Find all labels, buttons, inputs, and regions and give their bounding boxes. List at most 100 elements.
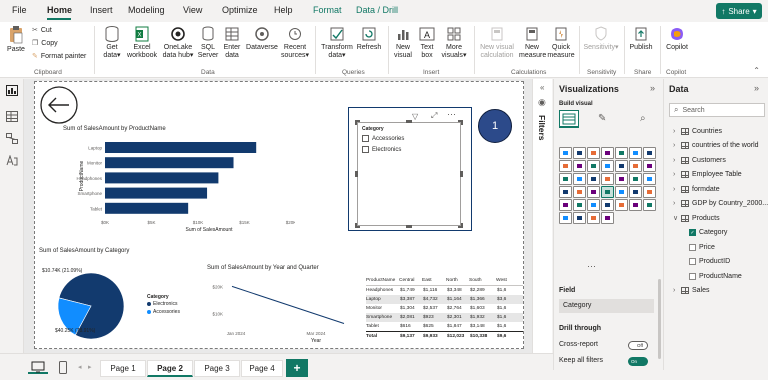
data-search-box[interactable]: ⌕ Search [669, 103, 765, 117]
model-view-icon[interactable] [6, 133, 18, 144]
waterfall-icon[interactable] [615, 160, 628, 172]
stacked-bar-icon[interactable] [559, 147, 572, 159]
power-apps-icon[interactable] [643, 199, 656, 211]
focus-mode-icon[interactable]: ⤢ [431, 111, 437, 121]
stacked-column-icon[interactable] [573, 147, 586, 159]
build-visual-tab[interactable] [559, 110, 579, 128]
scroll-left-icon[interactable]: ◂ [78, 363, 82, 371]
share-button[interactable]: ↑ Share ▾ [716, 3, 762, 19]
funnel-icon[interactable] [629, 160, 642, 172]
format-visual-icon[interactable]: ✎ [598, 113, 606, 124]
copy-button[interactable]: ❐ Copy [32, 39, 58, 48]
scatter-icon[interactable] [643, 160, 656, 172]
expand-filters-icon[interactable]: « [540, 83, 544, 92]
tab-modeling[interactable]: Modeling [128, 5, 165, 15]
filters-pane-collapsed[interactable]: « ◉ Filters [532, 79, 552, 353]
clustered-column-icon[interactable] [601, 147, 614, 159]
chevron-right-icon[interactable]: › [673, 287, 678, 294]
multi-row-card-icon[interactable] [573, 186, 586, 198]
power-automate-icon[interactable] [559, 212, 572, 224]
treemap-icon[interactable] [587, 173, 600, 185]
kpi-icon[interactable] [587, 186, 600, 198]
keep-filters-toggle[interactable]: On [628, 357, 648, 366]
sensitivity-button[interactable]: Sensitivity▾ [583, 26, 619, 52]
100-column-icon[interactable] [629, 147, 642, 159]
resize-handle[interactable] [406, 225, 412, 228]
checkbox[interactable] [362, 135, 369, 142]
narrative-icon[interactable] [615, 199, 628, 211]
line-chart[interactable]: $20K $10K Jan 2024 Mar 2024 Year [200, 275, 360, 347]
excel-workbook-button[interactable]: X Excel workbook [126, 26, 158, 60]
table-view-icon[interactable] [6, 111, 18, 122]
add-page-button[interactable]: + [286, 359, 308, 377]
card-icon[interactable] [559, 186, 572, 198]
cross-report-toggle[interactable]: Off [628, 341, 648, 350]
azure-map-icon[interactable] [629, 173, 642, 185]
field-well-value[interactable]: Category [559, 299, 654, 313]
table-3[interactable]: › Employee Table [673, 169, 742, 181]
chevron-right-icon[interactable]: › [673, 171, 678, 178]
r-visual-icon[interactable] [643, 186, 656, 198]
filter-icon[interactable]: ▽ [412, 112, 418, 121]
pie-icon[interactable] [559, 173, 572, 185]
more-icon[interactable] [601, 212, 614, 224]
onelake-button[interactable]: OneLake data hub▾ [160, 26, 196, 60]
resize-handle[interactable] [460, 171, 463, 177]
refresh-button[interactable]: Refresh [356, 26, 382, 52]
map-icon[interactable] [601, 173, 614, 185]
bar-chart[interactable]: LaptopMonitorHeadphonesSmartphoneTablet$… [49, 136, 295, 244]
table-sales[interactable]: › Sales [673, 285, 710, 297]
trophy-icon[interactable] [573, 212, 586, 224]
resize-handle[interactable] [355, 223, 360, 228]
tab-data-drill[interactable]: Data / Drill [356, 5, 398, 15]
chevron-down-icon[interactable]: ∨ [673, 214, 678, 222]
sales-matrix[interactable]: ProductName Central East North South West Head… [366, 277, 523, 345]
field-checkbox[interactable] [689, 258, 696, 265]
analytics-icon[interactable]: ⌕ [640, 113, 646, 124]
collapse-ribbon-icon[interactable]: ⌃ [753, 66, 760, 75]
matrix-column-header[interactable]: South [469, 278, 482, 283]
donut-icon[interactable] [573, 173, 586, 185]
field-price[interactable]: Price [689, 241, 715, 253]
field-checkbox[interactable] [689, 243, 696, 251]
resize-handle[interactable] [355, 120, 360, 125]
back-arrow-icon[interactable] [39, 85, 79, 125]
field-checkbox[interactable] [689, 272, 696, 280]
tab-optimize[interactable]: Optimize [222, 5, 258, 15]
matrix-column-header[interactable]: West [496, 278, 507, 283]
resize-handle[interactable] [406, 120, 412, 123]
page-tab-2[interactable]: Page 2 [147, 360, 193, 377]
get-data-button[interactable]: Get data▾ [99, 26, 125, 60]
format-painter-button[interactable]: ✎ Format painter [32, 52, 86, 61]
table-2[interactable]: › Customers [673, 154, 726, 166]
decomposition-tree-icon[interactable] [587, 199, 600, 211]
filled-map-icon[interactable] [615, 173, 628, 185]
table-0[interactable]: › Countries [673, 125, 722, 137]
slicer-item-electronics[interactable]: Electronics [362, 146, 401, 153]
matrix-column-header[interactable]: North [446, 278, 458, 283]
chevron-right-icon[interactable]: › [673, 200, 678, 207]
scroll-right-icon[interactable]: ▸ [88, 363, 92, 371]
tab-file[interactable]: File [12, 5, 27, 15]
more-visuals-icon[interactable]: ⋯ [587, 261, 596, 272]
report-view-icon[interactable] [6, 85, 18, 96]
tab-format[interactable]: Format [313, 5, 342, 15]
line-chart-icon[interactable] [643, 147, 656, 159]
table-icon[interactable] [615, 186, 628, 198]
resize-handle[interactable] [458, 120, 463, 125]
stacked-area-icon[interactable] [573, 160, 586, 172]
matrix-column-header[interactable]: Central [399, 278, 414, 283]
table-6[interactable]: ∨ Products [673, 212, 720, 224]
collapse-data-pane-icon[interactable]: » [754, 83, 759, 93]
ribbon-chart-icon[interactable] [601, 160, 614, 172]
qa-icon[interactable] [601, 199, 614, 211]
mobile-layout-icon[interactable] [58, 361, 68, 375]
viz-scrollbar[interactable] [658, 279, 661, 359]
paste-button[interactable]: Paste [4, 26, 28, 54]
paginated-icon[interactable] [629, 199, 642, 211]
field-productname[interactable]: ProductName [689, 270, 742, 282]
dax-query-view-icon[interactable] [6, 155, 18, 166]
text-box-button[interactable]: A Text box [417, 26, 437, 60]
area-chart-icon[interactable] [559, 160, 572, 172]
more-visuals-button[interactable]: More visuals▾ [441, 26, 467, 60]
